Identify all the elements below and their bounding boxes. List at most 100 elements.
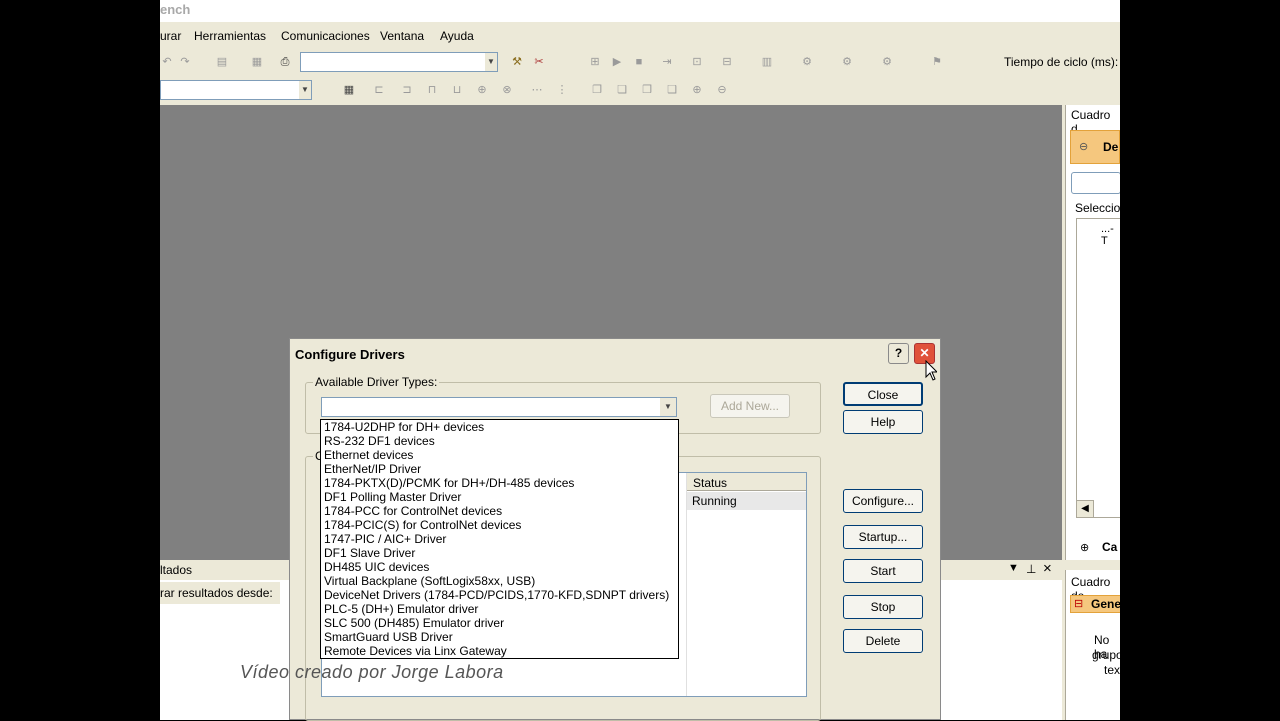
flag-icon[interactable]: ⚑ bbox=[930, 55, 944, 69]
video-watermark: Vídeo creado por Jorge Labora bbox=[240, 662, 504, 682]
info-line-2: grupo bbox=[1092, 648, 1120, 662]
help-icon[interactable]: ? bbox=[888, 343, 909, 364]
build-icon[interactable]: ▤ bbox=[215, 55, 229, 69]
redo-icon[interactable]: ↷ bbox=[178, 55, 192, 69]
filter-bar: rar resultados desde: bbox=[160, 582, 280, 604]
align-bottom-icon[interactable]: ⊔ bbox=[450, 83, 464, 97]
layout-combo[interactable]: ▼ bbox=[160, 80, 312, 100]
startup-button[interactable]: Startup... bbox=[843, 525, 923, 549]
selection-label: Seleccion bbox=[1075, 201, 1120, 215]
driver-type-select[interactable]: ▼ bbox=[321, 397, 677, 417]
play-icon[interactable]: ⊞ bbox=[588, 55, 602, 69]
general-section[interactable]: ⊟ Gene bbox=[1070, 595, 1120, 613]
align-left-icon[interactable]: ⊏ bbox=[372, 83, 386, 97]
module-icon[interactable]: ▥ bbox=[760, 55, 774, 69]
dropdown-option[interactable]: DeviceNet Drivers (1784-PCD/PCIDS,1770-K… bbox=[321, 588, 678, 602]
io-icon[interactable]: ⊟ bbox=[720, 55, 734, 69]
tree-item[interactable]: ...-T bbox=[1101, 223, 1120, 247]
dropdown-option[interactable]: RS-232 DF1 devices bbox=[321, 434, 678, 448]
group-icon[interactable]: ❒ bbox=[640, 83, 654, 97]
table-header-status[interactable]: Status bbox=[686, 473, 806, 491]
expand-icon[interactable]: ⊕ bbox=[1080, 541, 1089, 554]
driver-type-dropdown-list[interactable]: 1784-U2DHP for DH+ devices RS-232 DF1 de… bbox=[320, 419, 679, 659]
available-types-label: Available Driver Types: bbox=[313, 375, 440, 389]
close-button[interactable]: Close bbox=[843, 382, 923, 406]
table-row[interactable]: Running bbox=[686, 492, 806, 510]
column-divider bbox=[686, 473, 687, 696]
align-right-icon[interactable]: ⊐ bbox=[400, 83, 414, 97]
find-icon[interactable]: ⎙ bbox=[278, 55, 292, 69]
tree-view[interactable]: ...-T bbox=[1076, 218, 1120, 518]
info-line-3: tex bbox=[1104, 663, 1120, 677]
monitor-icon[interactable]: ⊡ bbox=[690, 55, 704, 69]
panel-button[interactable] bbox=[1071, 172, 1120, 194]
dropdown-option[interactable]: 1747-PIC / AIC+ Driver bbox=[321, 532, 678, 546]
vspace-icon[interactable]: ⋮ bbox=[555, 83, 569, 97]
dropdown-option[interactable]: SLC 500 (DH485) Emulator driver bbox=[321, 616, 678, 630]
section-label: De bbox=[1103, 140, 1119, 154]
dropdown-option[interactable]: 1784-PCIC(S) for ControlNet devices bbox=[321, 518, 678, 532]
chevron-down-icon[interactable]: ▼ bbox=[660, 398, 676, 416]
config-icon[interactable]: ⚙ bbox=[880, 55, 894, 69]
dropdown-option[interactable]: PLC-5 (DH+) Emulator driver bbox=[321, 602, 678, 616]
close-icon[interactable]: × bbox=[1043, 560, 1052, 577]
right-panel-section[interactable]: ⊖ De bbox=[1070, 130, 1120, 164]
back-icon[interactable]: ❏ bbox=[615, 83, 629, 97]
step-icon[interactable]: ⇥ bbox=[660, 55, 674, 69]
status-cell: Running bbox=[692, 494, 737, 508]
menu-item-configurar[interactable]: urar bbox=[160, 29, 181, 43]
ungroup-icon[interactable]: ❑ bbox=[665, 83, 679, 97]
dropdown-option[interactable]: DF1 Slave Driver bbox=[321, 546, 678, 560]
search-combo[interactable]: ▼ bbox=[300, 52, 498, 72]
dropdown-option[interactable]: Virtual Backplane (SoftLogix58xx, USB) bbox=[321, 574, 678, 588]
dropdown-option[interactable]: 1784-PCC for ControlNet devices bbox=[321, 504, 678, 518]
tools-icon[interactable]: ✂ bbox=[532, 55, 546, 69]
grid-icon[interactable]: ▦ bbox=[342, 83, 356, 97]
delete-button[interactable]: Delete bbox=[843, 629, 923, 653]
general-label: Gene bbox=[1091, 597, 1120, 611]
collapse-icon[interactable]: ⊖ bbox=[1079, 140, 1088, 153]
chevron-down-icon[interactable]: ▼ bbox=[485, 53, 497, 71]
configure-button[interactable]: Configure... bbox=[843, 489, 923, 513]
menu-item-herramientas[interactable]: Herramientas bbox=[194, 29, 266, 43]
front-icon[interactable]: ❐ bbox=[590, 83, 604, 97]
center-icon[interactable]: ⊕ bbox=[475, 83, 489, 97]
scroll-left-icon[interactable]: ◀ bbox=[1076, 500, 1094, 518]
output-title: ltados bbox=[160, 563, 193, 577]
help-button[interactable]: Help bbox=[843, 410, 923, 434]
middle-icon[interactable]: ⊗ bbox=[500, 83, 514, 97]
download-icon[interactable]: ▦ bbox=[250, 55, 264, 69]
chevron-down-icon[interactable]: ▼ bbox=[299, 81, 311, 99]
dropdown-option[interactable]: EtherNet/IP Driver bbox=[321, 462, 678, 476]
menu-item-comunicaciones[interactable]: Comunicaciones bbox=[281, 29, 370, 43]
dropdown-option[interactable]: Ethernet devices bbox=[321, 448, 678, 462]
stop-icon[interactable]: ■ bbox=[632, 55, 646, 69]
dropdown-option[interactable]: 1784-PKTX(D)/PCMK for DH+/DH-485 devices bbox=[321, 476, 678, 490]
dropdown-option[interactable]: DH485 UIC devices bbox=[321, 560, 678, 574]
dialog-title-bar: Configure Drivers ? ✕ bbox=[290, 339, 940, 369]
space-icon[interactable]: ⋯ bbox=[530, 83, 544, 97]
align-top-icon[interactable]: ⊓ bbox=[425, 83, 439, 97]
dropdown-option[interactable]: 1784-U2DHP for DH+ devices bbox=[321, 420, 678, 434]
gear-icon[interactable]: ⚙ bbox=[800, 55, 814, 69]
undo-icon[interactable]: ↶ bbox=[160, 55, 174, 69]
start-button[interactable]: Start bbox=[843, 559, 923, 583]
dropdown-option[interactable]: Remote Devices via Linx Gateway bbox=[321, 644, 678, 658]
hand-icon[interactable]: ⚒ bbox=[510, 55, 524, 69]
collapse-icon[interactable]: ⊟ bbox=[1074, 597, 1083, 610]
zoom-out-icon[interactable]: ⊖ bbox=[715, 83, 729, 97]
status-header-label: Status bbox=[693, 476, 728, 490]
right-panel-lower: Cuadro de ⊟ Gene No ha grupo tex bbox=[1065, 570, 1120, 720]
menu-bar: urar Herramientas Comunicaciones Ventana… bbox=[160, 24, 1120, 48]
run-icon[interactable]: ▶ bbox=[610, 55, 624, 69]
menu-item-ayuda[interactable]: Ayuda bbox=[440, 29, 474, 43]
network-icon[interactable]: ⚙ bbox=[840, 55, 854, 69]
add-new-button[interactable]: Add New... bbox=[710, 394, 790, 418]
menu-item-ventana[interactable]: Ventana bbox=[380, 29, 424, 43]
zoom-in-icon[interactable]: ⊕ bbox=[690, 83, 704, 97]
dropdown-option[interactable]: DF1 Polling Master Driver bbox=[321, 490, 678, 504]
pin-icon[interactable]: ⊥ bbox=[1026, 562, 1036, 576]
dropdown-option[interactable]: SmartGuard USB Driver bbox=[321, 630, 678, 644]
stop-button[interactable]: Stop bbox=[843, 595, 923, 619]
chevron-down-icon[interactable]: ▼ bbox=[1008, 562, 1019, 574]
